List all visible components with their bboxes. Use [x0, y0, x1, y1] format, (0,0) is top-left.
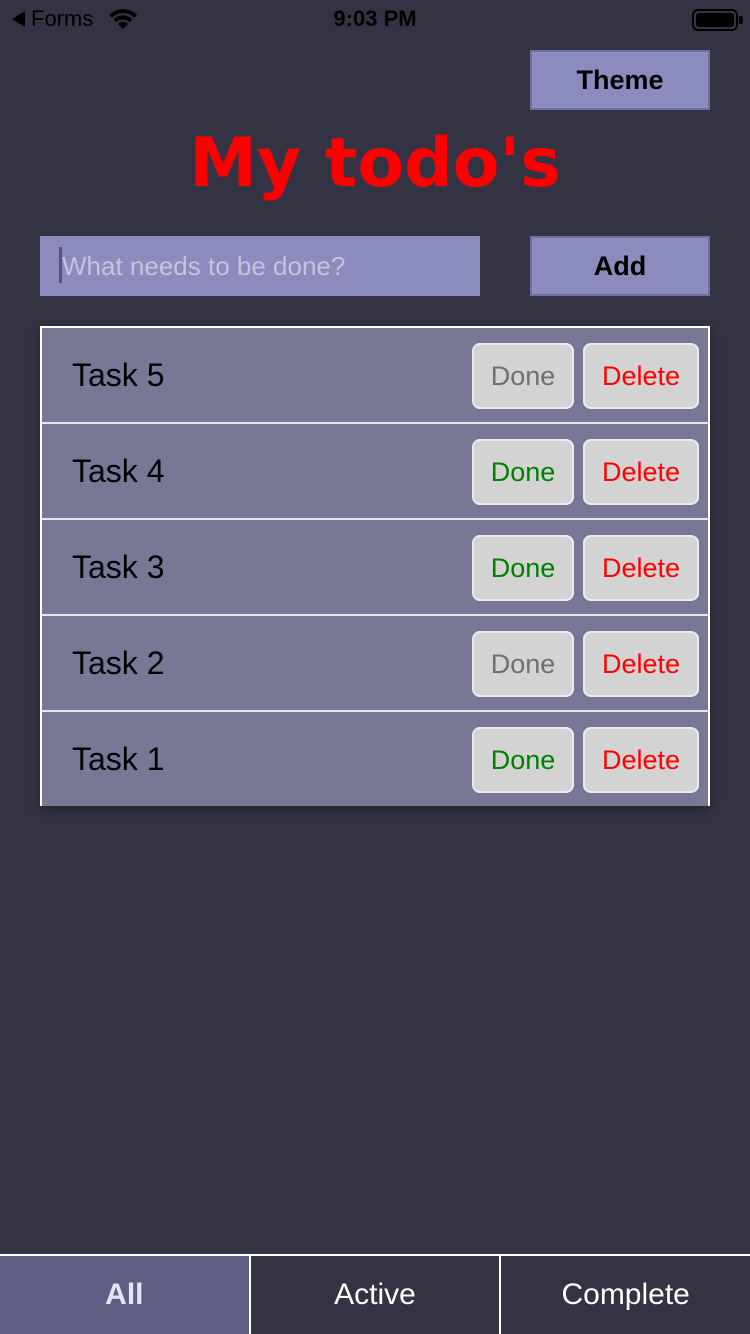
todo-label: Task 1 — [72, 741, 165, 777]
todo-label: Task 4 — [72, 453, 165, 489]
new-todo-input[interactable] — [40, 236, 480, 296]
delete-button[interactable]: Delete — [583, 439, 699, 505]
todo-item: Task 1 Done Delete — [42, 712, 708, 806]
add-button[interactable]: Add — [530, 236, 710, 296]
done-button[interactable]: Done — [472, 439, 574, 505]
status-bar: Forms 9:03 PM — [0, 0, 750, 40]
todo-item: Task 4 Done Delete — [42, 424, 708, 520]
todo-label: Task 2 — [72, 645, 165, 681]
done-button[interactable]: Done — [472, 727, 574, 793]
done-button[interactable]: Done — [472, 343, 574, 409]
status-time: 9:03 PM — [333, 6, 417, 31]
battery-icon — [692, 9, 743, 31]
filter-tabbar: All Active Complete — [0, 1254, 750, 1334]
text-caret — [59, 247, 62, 283]
tab-complete[interactable]: Complete — [499, 1256, 750, 1334]
todo-list: Task 5 Done Delete Task 4 Done Delete Ta… — [40, 326, 710, 806]
delete-button[interactable]: Delete — [583, 727, 699, 793]
todo-item: Task 2 Done Delete — [42, 616, 708, 712]
page-title: My todo's — [189, 124, 561, 203]
done-button[interactable]: Done — [472, 535, 574, 601]
todo-item: Task 5 Done Delete — [42, 328, 708, 424]
delete-button[interactable]: Delete — [583, 631, 699, 697]
tab-all[interactable]: All — [0, 1256, 249, 1334]
todo-label: Task 5 — [72, 357, 165, 393]
theme-button[interactable]: Theme — [530, 50, 710, 110]
tab-active[interactable]: Active — [248, 1256, 500, 1334]
delete-button[interactable]: Delete — [583, 535, 699, 601]
todo-item: Task 3 Done Delete — [42, 520, 708, 616]
done-button[interactable]: Done — [472, 631, 574, 697]
delete-button[interactable]: Delete — [583, 343, 699, 409]
todo-label: Task 3 — [72, 549, 165, 585]
